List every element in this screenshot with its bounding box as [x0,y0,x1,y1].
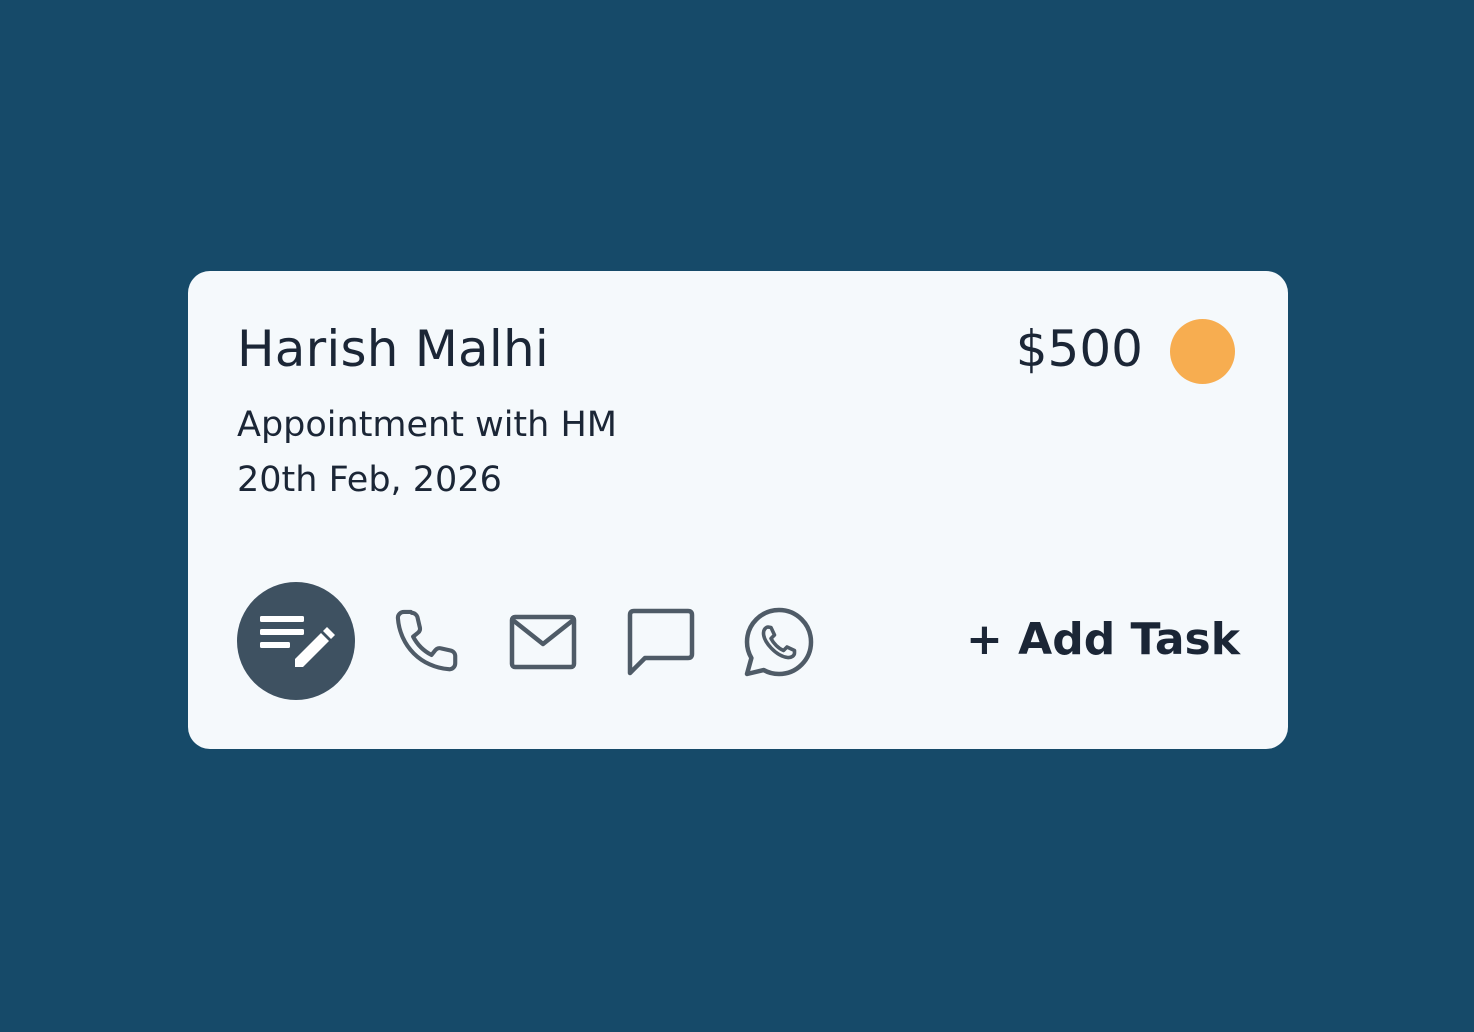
chat-bubble-icon [627,608,695,676]
whatsapp-icon [743,606,815,678]
appointment-date: 20th Feb, 2026 [237,460,502,500]
appointment-title: Appointment with HM [237,405,617,445]
deal-amount: $500 [1015,320,1143,378]
add-task-button[interactable]: + Add Task [966,611,1240,669]
notes-button[interactable] [237,582,355,700]
email-button[interactable] [498,597,588,687]
contact-card: Harish Malhi Appointment with HM 20th Fe… [188,271,1288,749]
status-indicator [1170,319,1235,384]
contact-name: Harish Malhi [237,320,549,378]
phone-icon [390,604,466,680]
notes-edit-icon [256,609,336,673]
message-button[interactable] [616,597,706,687]
whatsapp-button[interactable] [734,597,824,687]
call-button[interactable] [383,597,473,687]
mail-icon [509,614,577,670]
